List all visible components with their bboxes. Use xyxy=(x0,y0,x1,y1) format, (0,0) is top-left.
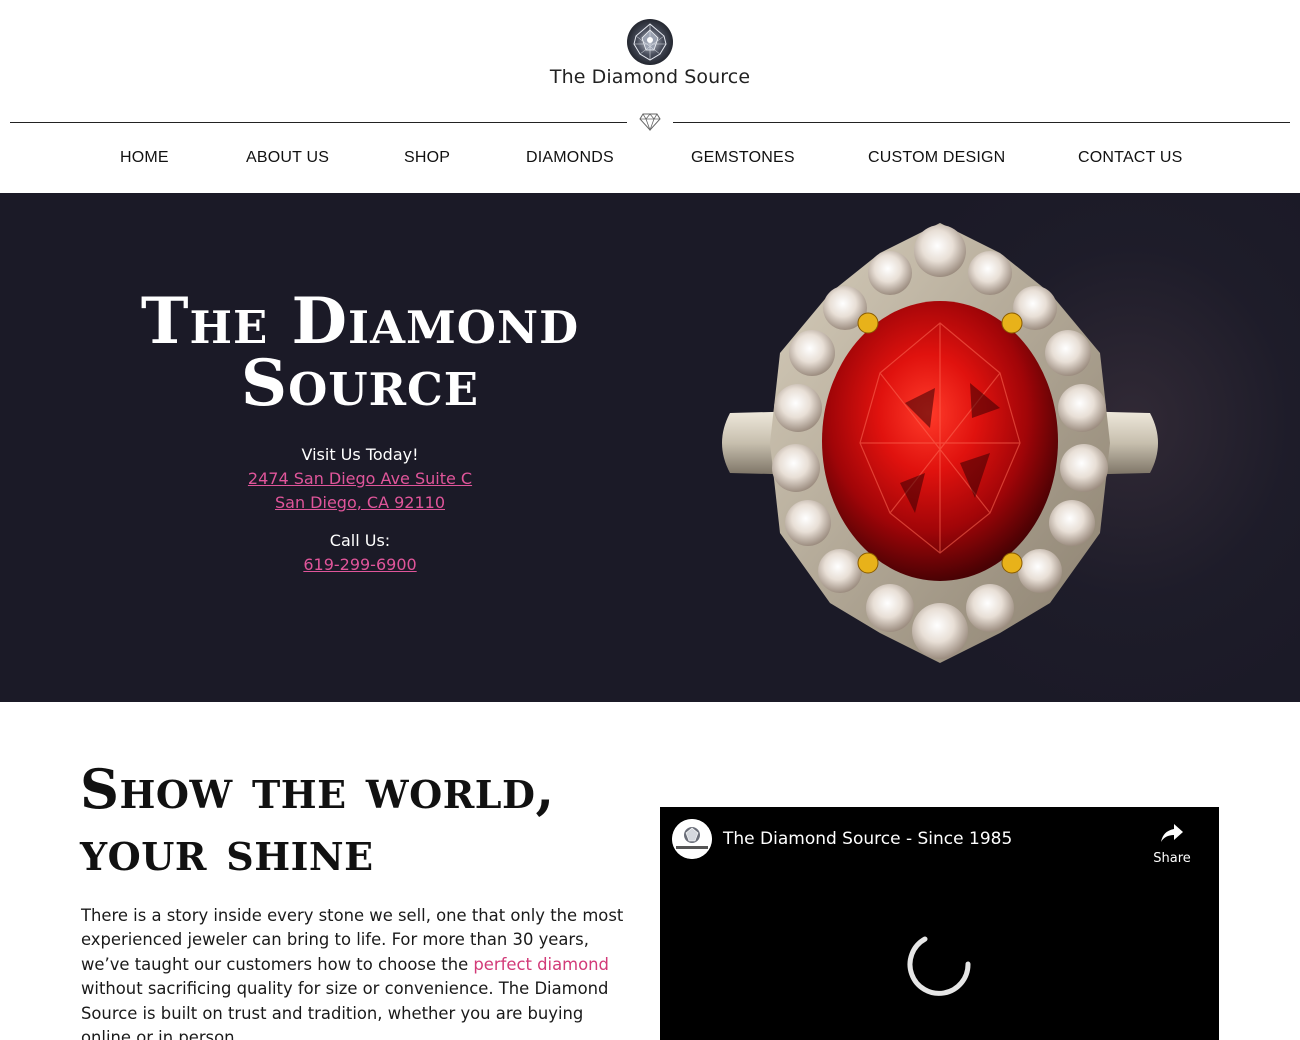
share-arrow-icon xyxy=(1161,824,1183,842)
visit-label: Visit Us Today! xyxy=(301,445,419,464)
site-logo[interactable]: The Diamond Source xyxy=(0,18,1300,88)
header-divider-left xyxy=(10,122,627,123)
video-title[interactable]: The Diamond Source - Since 1985 xyxy=(723,829,1012,849)
nav-gemstones[interactable]: GEMSTONES xyxy=(691,149,795,167)
nav-diamonds[interactable]: DIAMONDS xyxy=(526,149,614,167)
address-line2-link[interactable]: San Diego, CA 92110 xyxy=(160,491,560,515)
site-header: The Diamond Source HOME ABOUT US SHOP DI… xyxy=(0,0,1300,193)
channel-avatar[interactable] xyxy=(672,819,712,859)
nav-about-us[interactable]: ABOUT US xyxy=(246,149,329,167)
address-line1-link[interactable]: 2474 San Diego Ave Suite C xyxy=(160,467,560,491)
intro-heading-line2: your shine xyxy=(80,819,374,883)
perfect-diamond-link[interactable]: perfect diamond xyxy=(473,955,609,974)
share-label: Share xyxy=(1153,851,1191,866)
main-nav: HOME ABOUT US SHOP DIAMONDS GEMSTONES CU… xyxy=(0,149,1300,171)
diamond-outline-icon xyxy=(639,113,661,132)
logo-text: The Diamond Source xyxy=(549,66,751,88)
hero-title-line2: Source xyxy=(240,346,480,421)
loading-spinner-icon xyxy=(907,936,971,996)
nav-custom-design[interactable]: CUSTOM DESIGN xyxy=(868,149,1005,167)
video-player[interactable]: The Diamond Source - Since 1985 Share xyxy=(660,807,1219,1040)
header-divider-right xyxy=(673,122,1290,123)
hero-title: The Diamond Source xyxy=(60,290,660,416)
nav-shop[interactable]: SHOP xyxy=(404,149,450,167)
hero-contact-info: Visit Us Today! 2474 San Diego Ave Suite… xyxy=(160,443,560,577)
share-button[interactable]: Share xyxy=(1148,821,1196,869)
nav-home[interactable]: HOME xyxy=(120,149,169,167)
diamond-logo-icon xyxy=(672,819,712,859)
intro-heading: Show the world, your shine xyxy=(80,758,640,882)
intro-text-after: without sacrificing quality for size or … xyxy=(81,979,609,1040)
phone-link[interactable]: 619-299-6900 xyxy=(160,553,560,577)
intro-paragraph: There is a story inside every stone we s… xyxy=(81,904,637,1040)
call-label: Call Us: xyxy=(329,531,391,550)
hero-banner: The Diamond Source Visit Us Today! 2474 … xyxy=(0,193,1300,702)
intro-heading-line1: Show the world, xyxy=(80,757,555,821)
ruby-diamond-ring-image xyxy=(722,223,1158,663)
nav-contact-us[interactable]: CONTACT US xyxy=(1078,149,1183,167)
diamond-gem-icon xyxy=(627,19,673,65)
